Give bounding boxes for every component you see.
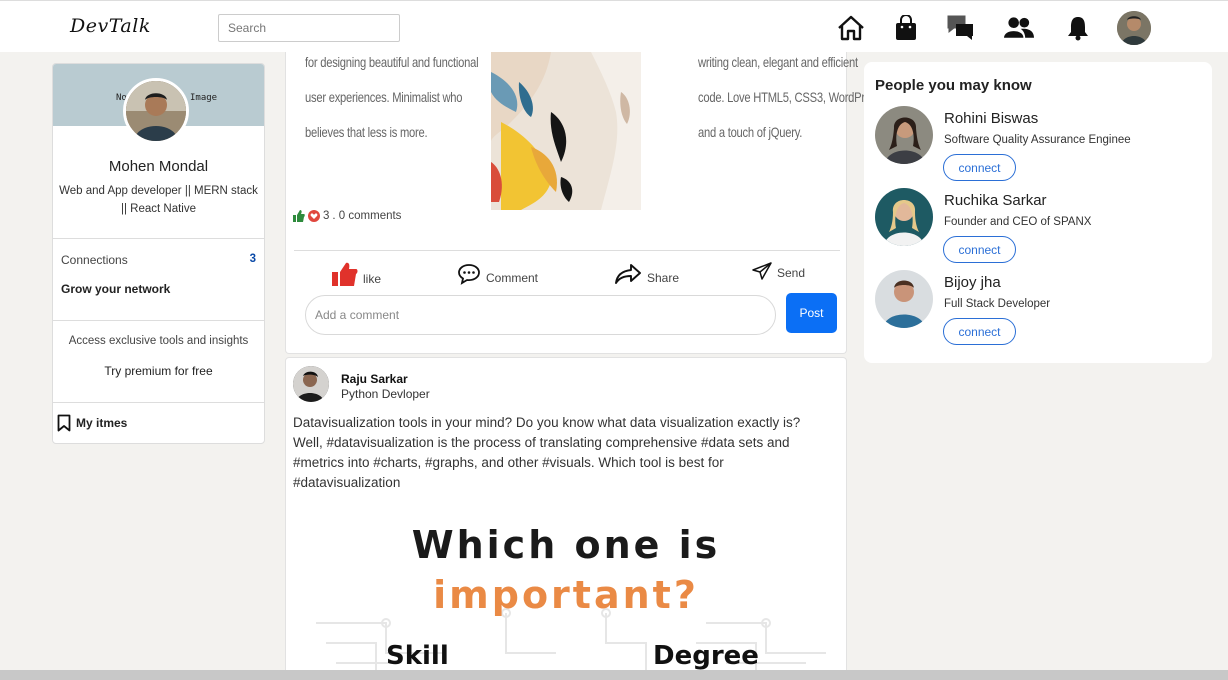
thumbs-up-icon bbox=[332, 262, 358, 286]
post-image-artwork bbox=[491, 52, 641, 210]
share-button[interactable]: Share bbox=[614, 263, 679, 285]
reactions-count: 3 bbox=[323, 210, 330, 222]
person-avatar[interactable] bbox=[875, 270, 933, 328]
comment-input[interactable] bbox=[305, 295, 776, 335]
person-role: Full Stack Developer bbox=[944, 298, 1051, 310]
post-image-line: user experiences. Minimalist who bbox=[305, 89, 463, 105]
premium-promo-text: Access exclusive tools and insights bbox=[68, 335, 249, 347]
person-name[interactable]: Rohini Biswas bbox=[944, 110, 1038, 127]
post-text: Datavisualization tools in your mind? Do… bbox=[293, 415, 801, 490]
grow-network-link[interactable]: Grow your network bbox=[61, 282, 170, 296]
horizontal-scrollbar[interactable] bbox=[0, 670, 1228, 680]
person-avatar[interactable] bbox=[875, 106, 933, 164]
connections-label[interactable]: Connections bbox=[61, 253, 128, 267]
author-name[interactable]: Raju Sarkar bbox=[341, 372, 408, 386]
divider bbox=[53, 238, 264, 239]
connect-button[interactable]: connect bbox=[943, 236, 1016, 263]
comment-icon bbox=[458, 264, 480, 285]
author-title: Python Devloper bbox=[341, 387, 430, 401]
profile-avatar-large[interactable] bbox=[123, 78, 189, 144]
divider bbox=[53, 402, 264, 403]
profile-card: No Image Mohen Mondal Web and App develo… bbox=[52, 63, 265, 444]
person-name[interactable]: Bijoy jha bbox=[944, 274, 1001, 291]
profile-name[interactable]: Mohen Mondal bbox=[53, 158, 264, 175]
post-reactions[interactable]: 3 . 0 comments bbox=[293, 210, 401, 222]
comment-button[interactable]: Comment bbox=[457, 263, 538, 285]
search-input[interactable] bbox=[218, 14, 400, 42]
person-role: Founder and CEO of SPANX bbox=[944, 216, 1092, 228]
comments-count[interactable]: . 0 comments bbox=[332, 210, 401, 222]
share-icon bbox=[615, 264, 641, 284]
messages-icon[interactable] bbox=[946, 13, 976, 43]
people-icon[interactable] bbox=[1004, 13, 1034, 43]
share-label: Share bbox=[647, 271, 680, 285]
profile-bio: Web and App developer || MERN stack || R… bbox=[59, 185, 258, 215]
like-button[interactable]: like bbox=[332, 262, 381, 286]
pymk-title: People you may know bbox=[875, 77, 1032, 94]
post-image-line: writing clean, elegant and efficient bbox=[698, 54, 858, 70]
image-title-line1: Which one is bbox=[411, 523, 721, 567]
image-title-line2: important? bbox=[433, 573, 699, 617]
profile-avatar[interactable] bbox=[1117, 11, 1151, 45]
connections-count[interactable]: 3 bbox=[250, 253, 256, 265]
thumbs-up-icon bbox=[293, 210, 305, 222]
top-navbar: DevTalk bbox=[0, 0, 1228, 52]
my-items-link[interactable]: My itmes bbox=[57, 414, 127, 432]
connect-button[interactable]: connect bbox=[943, 318, 1016, 345]
divider bbox=[294, 250, 840, 251]
person-role: Software Quality Assurance Enginee bbox=[944, 134, 1131, 146]
cover-alt-text-right: Image bbox=[190, 93, 218, 103]
connect-button[interactable]: connect bbox=[943, 154, 1016, 181]
like-label: like bbox=[363, 272, 382, 286]
post-image-line: and a touch of jQuery. bbox=[698, 124, 803, 140]
send-label: Send bbox=[777, 266, 806, 280]
person-avatar[interactable] bbox=[875, 188, 933, 246]
post-image-line: believes that less is more. bbox=[305, 124, 428, 140]
post-image-line: code. Love HTML5, CSS3, WordPress bbox=[698, 89, 882, 105]
send-icon bbox=[752, 262, 772, 280]
post-image-line: for designing beautiful and functional bbox=[305, 54, 479, 70]
home-icon[interactable] bbox=[836, 13, 866, 43]
feed-post: Raju Sarkar Python Devloper Datavisualiz… bbox=[285, 357, 847, 680]
people-you-may-know-card: People you may know Rohini Biswas Softwa… bbox=[864, 62, 1212, 363]
app-logo[interactable]: DevTalk bbox=[70, 15, 151, 37]
comment-label: Comment bbox=[486, 271, 539, 285]
person-name[interactable]: Ruchika Sarkar bbox=[944, 192, 1047, 209]
heart-icon bbox=[308, 210, 320, 222]
post-image-text-right: writing clean, elegant and efficient cod… bbox=[698, 45, 882, 150]
my-items-label: My itmes bbox=[76, 416, 128, 430]
post-comment-button[interactable]: Post bbox=[786, 293, 837, 333]
try-premium-link[interactable]: Try premium for free bbox=[53, 364, 264, 378]
divider bbox=[53, 320, 264, 321]
feed-post: for designing beautiful and functional u… bbox=[285, 52, 882, 354]
shopping-bag-icon[interactable] bbox=[891, 13, 921, 43]
bookmark-icon bbox=[57, 414, 71, 432]
post-image[interactable]: Which one is important? Skill Degree bbox=[306, 483, 836, 680]
bell-icon[interactable] bbox=[1063, 13, 1093, 43]
post-image-text-left: for designing beautiful and functional u… bbox=[305, 45, 479, 150]
image-option-right: Degree bbox=[653, 641, 759, 671]
send-button[interactable]: Send bbox=[752, 262, 805, 280]
image-option-left: Skill bbox=[386, 641, 449, 671]
author-avatar[interactable] bbox=[293, 366, 329, 402]
